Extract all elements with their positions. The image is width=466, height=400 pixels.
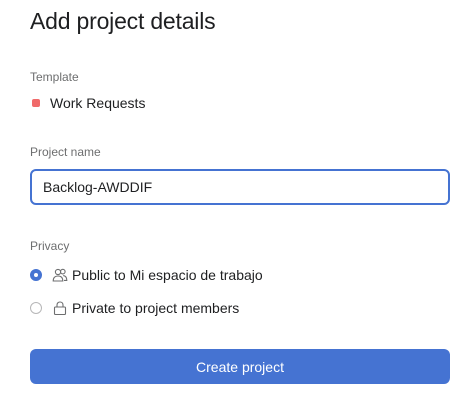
private-radio[interactable] — [30, 302, 42, 314]
people-icon — [52, 267, 68, 283]
public-radio[interactable] — [30, 269, 42, 281]
create-project-button[interactable]: Create project — [30, 349, 450, 384]
template-row: Work Requests — [30, 94, 145, 112]
page-title: Add project details — [30, 8, 216, 34]
project-name-label: Project name — [30, 145, 101, 159]
public-option-label: Public to Mi espacio de trabajo — [72, 267, 263, 283]
project-name-input[interactable] — [30, 169, 450, 205]
privacy-option-private[interactable]: Private to project members — [30, 298, 239, 318]
private-option-label: Private to project members — [72, 300, 240, 316]
template-section-label: Template — [30, 70, 79, 84]
privacy-section-label: Privacy — [30, 239, 70, 253]
privacy-option-public[interactable]: Public to Mi espacio de trabajo — [30, 265, 263, 285]
template-color-dot — [32, 99, 40, 107]
lock-icon — [52, 300, 68, 316]
template-name: Work Requests — [50, 95, 146, 111]
